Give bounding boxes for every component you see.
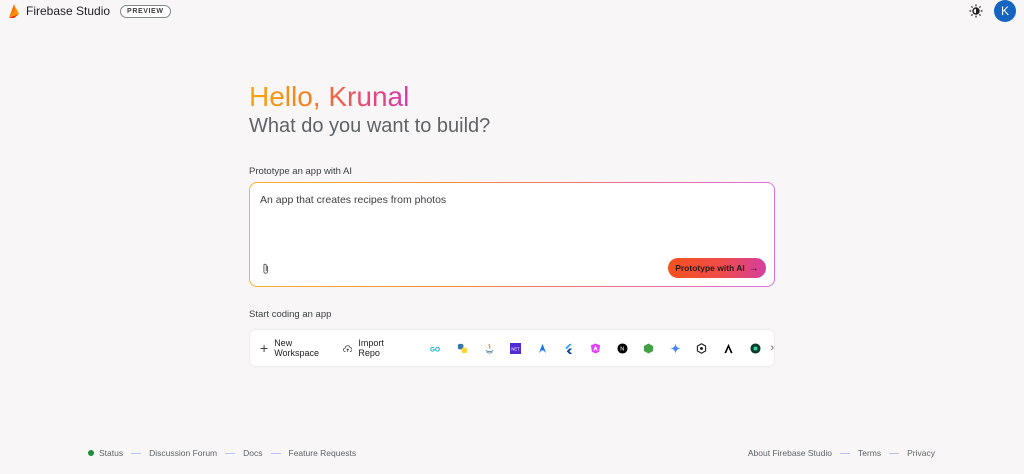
template-dotnet[interactable]: NET — [502, 338, 529, 358]
ai-icon — [749, 342, 761, 354]
footer-link-terms[interactable]: Terms — [858, 448, 881, 458]
prototype-section-label: Prototype an app with AI — [249, 166, 352, 177]
plus-icon: + — [260, 340, 269, 356]
astro-icon — [538, 343, 546, 353]
template-astra[interactable] — [715, 338, 742, 358]
template-angular[interactable] — [582, 338, 609, 358]
svg-text:NET: NET — [512, 346, 521, 351]
template-flutter[interactable] — [556, 338, 583, 358]
template-hexagon[interactable] — [689, 338, 716, 358]
footer-left-links: Status Discussion Forum Docs Feature Req… — [88, 448, 356, 458]
dotnet-icon: NET — [510, 342, 522, 354]
attach-icon[interactable] — [261, 263, 271, 275]
sun-icon — [969, 4, 983, 18]
go-icon: GO — [430, 346, 440, 353]
main-content: Hello, Krunal What do you want to build?… — [249, 81, 775, 367]
coding-section-label: Start coding an app — [249, 309, 332, 320]
gemini-icon — [670, 342, 681, 354]
greeting-title: Hello, Krunal — [249, 81, 410, 112]
footer-right-links: About Firebase Studio Terms Privacy — [748, 448, 935, 458]
top-bar: Firebase Studio PREVIEW K — [0, 0, 1024, 22]
template-nodejs[interactable] — [635, 338, 662, 358]
brand-name: Firebase Studio — [26, 4, 111, 18]
angular-icon — [590, 342, 601, 354]
theme-toggle-button[interactable] — [968, 3, 984, 19]
footer-link-feature-requests[interactable]: Feature Requests — [289, 448, 357, 458]
template-go[interactable]: GO — [423, 338, 450, 358]
footer-divider — [225, 452, 236, 454]
new-workspace-label: New Workspace — [274, 338, 320, 358]
chevron-right-icon[interactable]: › — [770, 342, 774, 354]
import-repo-label: Import Repo — [358, 338, 384, 358]
footer-divider — [270, 452, 281, 454]
prototype-with-ai-button[interactable]: Prototype with AI → — [668, 258, 766, 278]
hexagon-icon — [697, 342, 707, 354]
import-repo-button[interactable]: Import Repo — [343, 338, 401, 358]
footer-divider — [889, 452, 900, 454]
svg-text:GO: GO — [430, 346, 440, 353]
template-nextjs[interactable]: N — [609, 338, 636, 358]
astra-icon — [724, 343, 733, 353]
template-gemini[interactable] — [662, 338, 689, 358]
cloud-upload-icon — [343, 344, 353, 352]
footer-divider — [839, 452, 850, 454]
template-python[interactable] — [449, 338, 476, 358]
footer-link-about[interactable]: About Firebase Studio — [748, 448, 832, 458]
arrow-right-icon: → — [748, 262, 759, 274]
firebase-logo-icon — [9, 4, 19, 18]
footer-link-docs[interactable]: Docs — [243, 448, 262, 458]
prompt-box[interactable]: An app that creates recipes from photos … — [249, 182, 775, 287]
prompt-input[interactable]: An app that creates recipes from photos — [260, 194, 446, 206]
brand[interactable]: Firebase Studio PREVIEW — [8, 3, 171, 19]
footer-link-privacy[interactable]: Privacy — [907, 448, 935, 458]
python-icon — [457, 343, 468, 353]
footer-link-status[interactable]: Status — [99, 448, 123, 458]
template-astro[interactable] — [529, 338, 556, 358]
java-icon — [485, 343, 494, 353]
footer-link-discussion-forum[interactable]: Discussion Forum — [149, 448, 217, 458]
page-subtitle: What do you want to build? — [249, 115, 491, 137]
template-ai[interactable] — [742, 338, 769, 358]
footer-divider — [131, 452, 142, 454]
avatar[interactable]: K — [994, 0, 1016, 22]
template-java[interactable] — [476, 338, 503, 358]
status-dot-icon — [88, 450, 94, 456]
flutter-icon — [565, 343, 573, 354]
preview-badge: PREVIEW — [120, 4, 171, 18]
start-coding-bar: + New Workspace Import Repo GO NET N › — [249, 329, 775, 367]
svg-text:N: N — [620, 346, 624, 352]
template-list: GO NET N — [423, 338, 769, 358]
nextjs-icon: N — [617, 342, 628, 354]
prototype-button-label: Prototype with AI — [675, 263, 745, 273]
nodejs-icon — [644, 342, 654, 354]
new-workspace-button[interactable]: + New Workspace — [260, 338, 329, 358]
